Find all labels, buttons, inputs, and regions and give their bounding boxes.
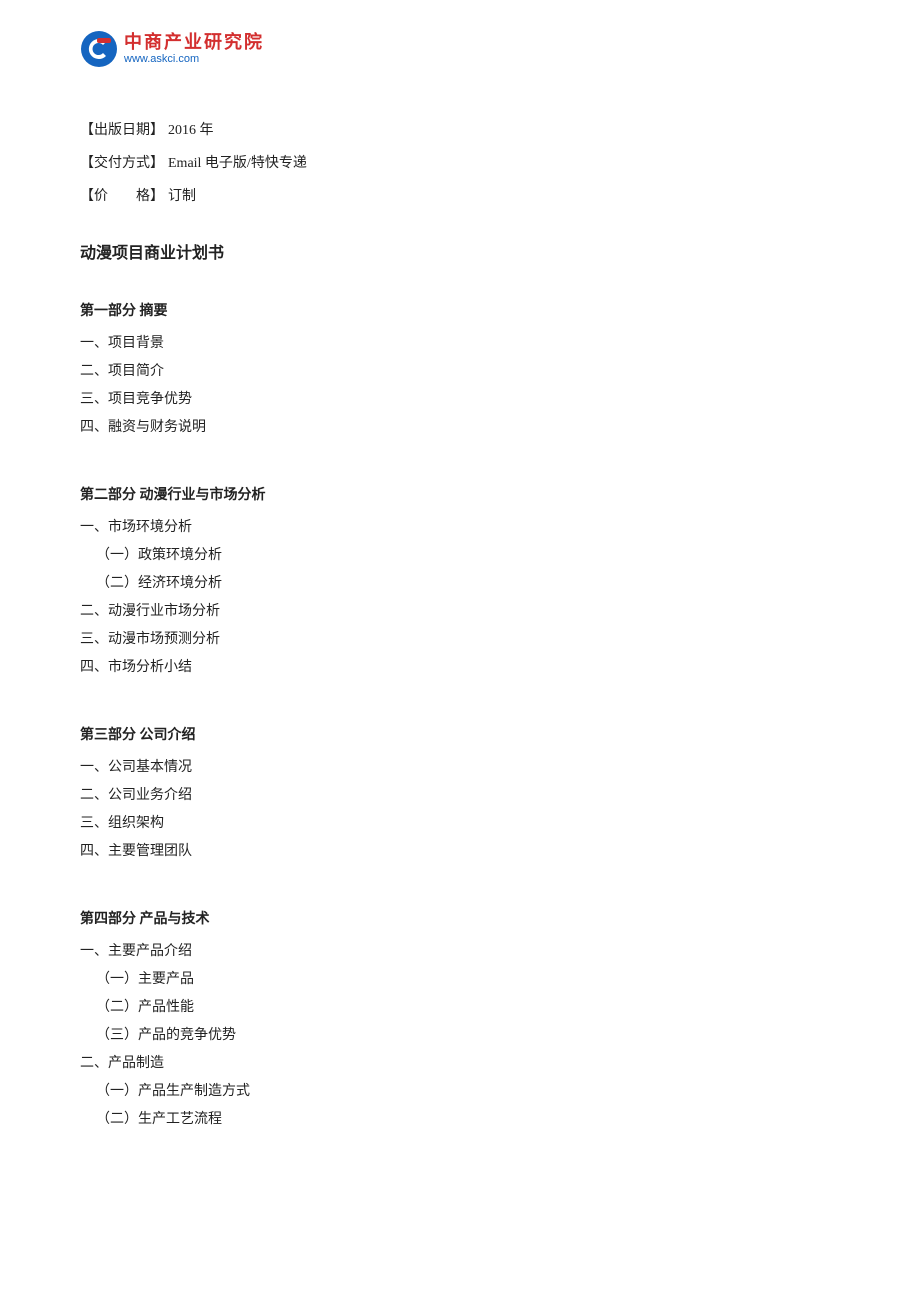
publish-value: 2016 年 [168,118,214,143]
info-section: 【出版日期】 2016 年 【交付方式】 Email 电子版/特快专递 【价 格… [80,118,840,210]
toc-item-1-1: （一）政策环境分析 [80,542,840,570]
price-label: 【价 格】 [80,184,164,209]
toc-item-0-2: 三、项目竞争优势 [80,386,840,414]
toc-item-2-0: 一、公司基本情况 [80,754,840,782]
price-row: 【价 格】 订制 [80,184,840,209]
toc-item-1-2: （二）经济环境分析 [80,570,840,598]
delivery-row: 【交付方式】 Email 电子版/特快专递 [80,151,840,176]
logo-container: 中商产业研究院 www.askci.com [80,30,264,68]
toc-item-2-3: 四、主要管理团队 [80,838,840,866]
toc-item-2-1: 二、公司业务介绍 [80,782,840,810]
price-value: 订制 [168,184,196,209]
toc-part-title-2: 第三部分 公司介绍 [80,722,840,750]
toc-part-title-1: 第二部分 动漫行业与市场分析 [80,482,840,510]
logo-sub-text: www.askci.com [124,53,264,66]
doc-title: 动漫项目商业计划书 [80,240,840,269]
toc-part-3: 第四部分 产品与技术一、主要产品介绍（一）主要产品（二）产品性能（三）产品的竞争… [80,906,840,1150]
toc-item-1-4: 三、动漫市场预测分析 [80,626,840,654]
logo-icon [80,30,118,68]
toc-item-1-5: 四、市场分析小结 [80,654,840,682]
publish-row: 【出版日期】 2016 年 [80,118,840,143]
toc-part-2: 第三部分 公司介绍一、公司基本情况二、公司业务介绍三、组织架构四、主要管理团队 [80,722,840,882]
toc-item-3-3: （三）产品的竞争优势 [80,1022,840,1050]
toc-part-title-0: 第一部分 摘要 [80,298,840,326]
toc-part-0: 第一部分 摘要一、项目背景二、项目简介三、项目竞争优势四、融资与财务说明 [80,298,840,458]
toc-part-1: 第二部分 动漫行业与市场分析一、市场环境分析（一）政策环境分析（二）经济环境分析… [80,482,840,698]
toc-section: 第一部分 摘要一、项目背景二、项目简介三、项目竞争优势四、融资与财务说明第二部分… [80,298,840,1150]
toc-item-3-6: （二）生产工艺流程 [80,1106,840,1134]
toc-item-3-5: （一）产品生产制造方式 [80,1078,840,1106]
toc-item-0-1: 二、项目简介 [80,358,840,386]
toc-item-3-4: 二、产品制造 [80,1050,840,1078]
toc-item-2-2: 三、组织架构 [80,810,840,838]
header: 中商产业研究院 www.askci.com [80,30,840,78]
toc-item-3-1: （一）主要产品 [80,966,840,994]
toc-part-title-3: 第四部分 产品与技术 [80,906,840,934]
toc-item-0-3: 四、融资与财务说明 [80,414,840,442]
logo-text-block: 中商产业研究院 www.askci.com [124,32,264,67]
toc-item-1-3: 二、动漫行业市场分析 [80,598,840,626]
logo-main-text: 中商产业研究院 [124,32,264,54]
toc-item-1-0: 一、市场环境分析 [80,514,840,542]
toc-item-3-2: （二）产品性能 [80,994,840,1022]
toc-item-0-0: 一、项目背景 [80,330,840,358]
toc-item-3-0: 一、主要产品介绍 [80,938,840,966]
publish-label: 【出版日期】 [80,118,164,143]
delivery-label: 【交付方式】 [80,151,164,176]
delivery-value: Email 电子版/特快专递 [168,151,307,176]
